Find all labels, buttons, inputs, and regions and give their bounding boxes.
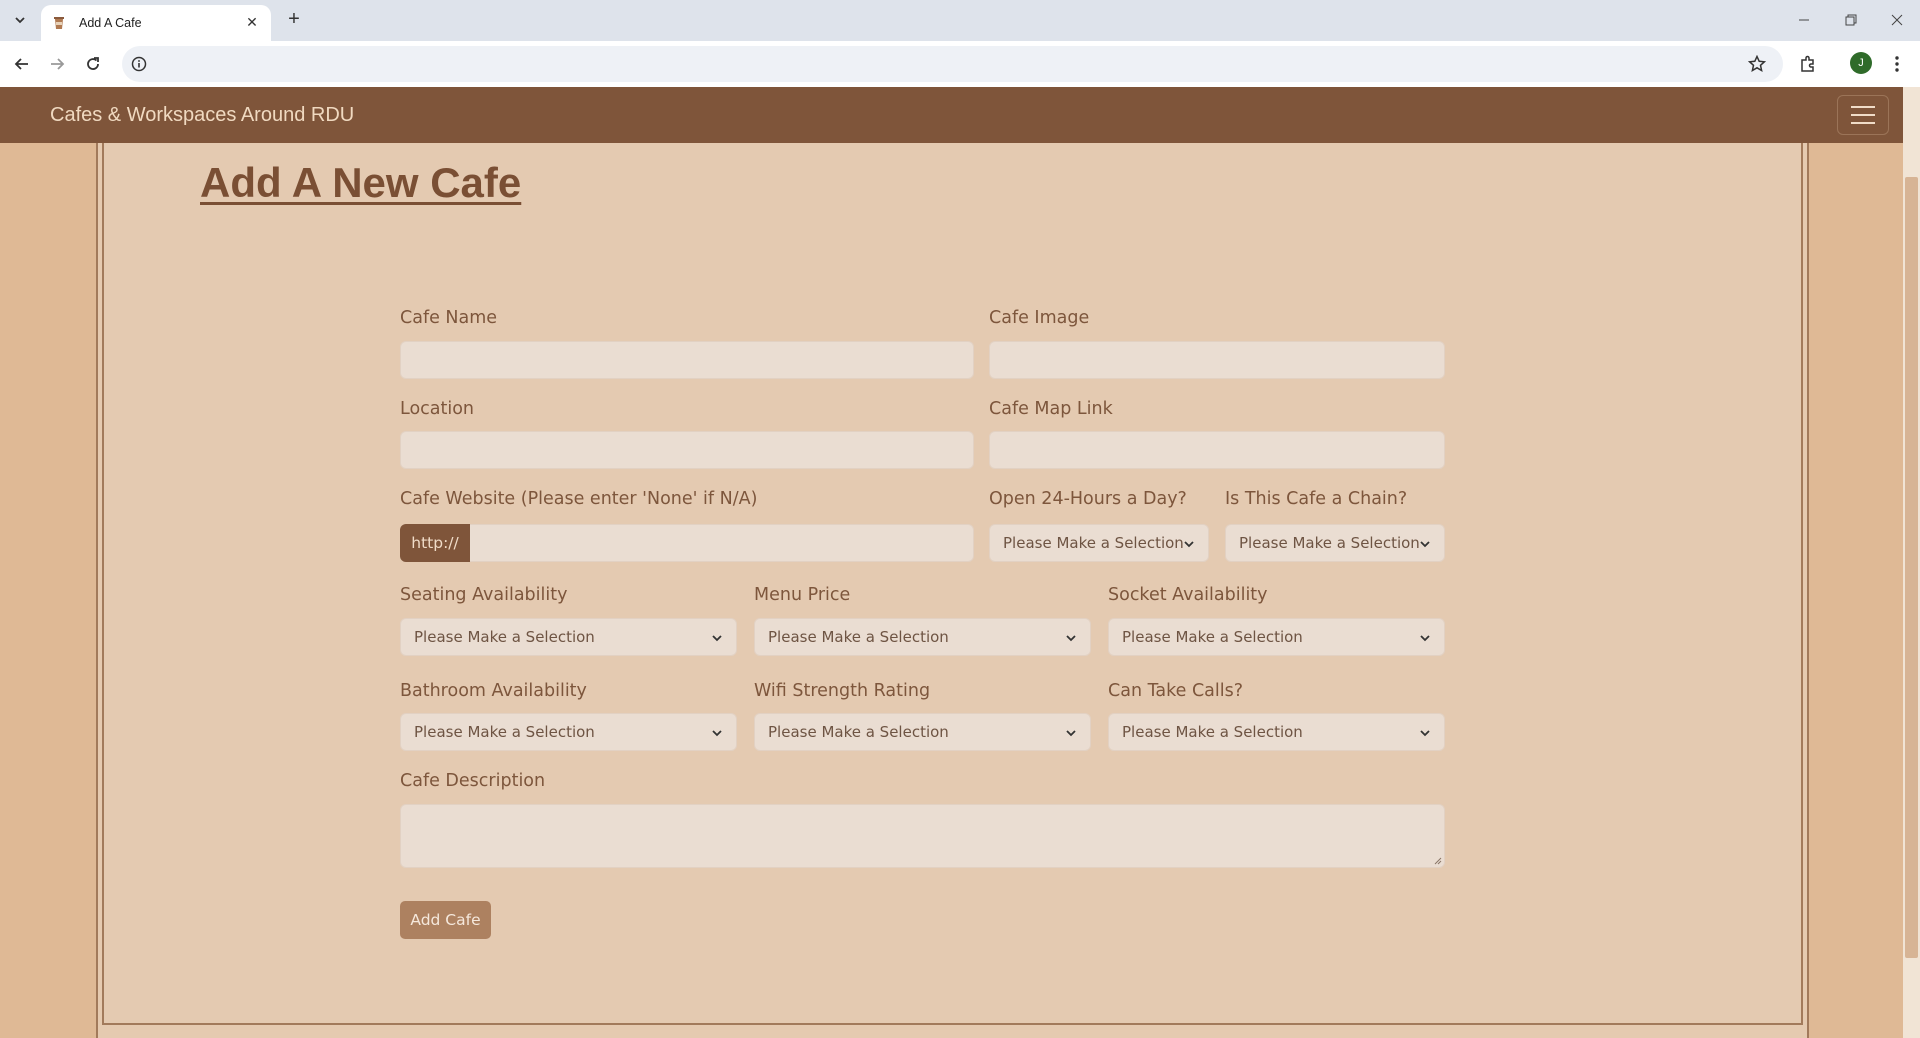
add-cafe-button[interactable]: Add Cafe [400, 901, 491, 939]
page-viewport: Cafes & Workspaces Around RDU Add A New … [0, 87, 1920, 1038]
form-container [102, 143, 1803, 1025]
cafe-image-input[interactable] [989, 341, 1445, 379]
chevron-down-icon [15, 17, 25, 24]
description-textarea[interactable] [400, 804, 1445, 868]
hamburger-menu-icon[interactable] [1837, 95, 1889, 135]
wifi-select[interactable]: Please Make a Selection [754, 713, 1091, 751]
website-prefix: http:// [400, 524, 470, 562]
chevron-down-icon [712, 730, 722, 737]
new-tab-button[interactable]: + [282, 8, 306, 32]
menu-price-label: Menu Price [754, 585, 851, 605]
seating-select-value: Please Make a Selection [414, 628, 595, 646]
map-link-input[interactable] [989, 431, 1445, 469]
open24-select[interactable]: Please Make a Selection [989, 524, 1209, 562]
reload-icon[interactable] [80, 51, 106, 77]
website-label: Cafe Website (Please enter 'None' if N/A… [400, 489, 758, 509]
scrollbar-thumb[interactable] [1905, 177, 1918, 958]
menu-price-select[interactable]: Please Make a Selection [754, 618, 1091, 656]
chevron-down-icon [1420, 635, 1430, 642]
chain-label: Is This Cafe a Chain? [1225, 489, 1408, 509]
calls-label: Can Take Calls? [1108, 681, 1244, 701]
bathroom-select-value: Please Make a Selection [414, 723, 595, 741]
profile-avatar[interactable]: J [1850, 52, 1872, 74]
resize-handle-icon[interactable] [1432, 855, 1442, 865]
browser-tab-bar: Add A Cafe ✕ + [0, 0, 1920, 41]
description-label: Cafe Description [400, 771, 546, 791]
cafe-name-input[interactable] [400, 341, 974, 379]
back-icon[interactable] [9, 51, 35, 77]
site-navbar: Cafes & Workspaces Around RDU [0, 87, 1903, 143]
more-menu-icon[interactable] [1884, 51, 1910, 77]
cafe-image-label: Cafe Image [989, 308, 1090, 328]
close-window-icon[interactable] [1882, 8, 1912, 32]
close-tab-icon[interactable]: ✕ [243, 15, 261, 31]
calls-select-value: Please Make a Selection [1122, 723, 1303, 741]
tab-search-button[interactable] [8, 8, 32, 32]
chevron-down-icon [1420, 730, 1430, 737]
coffee-cup-icon [54, 17, 64, 29]
website-input[interactable] [400, 524, 974, 562]
socket-select-value: Please Make a Selection [1122, 628, 1303, 646]
open24-select-value: Please Make a Selection [1003, 534, 1184, 552]
chevron-down-icon [1184, 541, 1194, 548]
chevron-down-icon [1066, 730, 1076, 737]
bathroom-label: Bathroom Availability [400, 681, 587, 701]
socket-label: Socket Availability [1108, 585, 1268, 605]
location-label: Location [400, 399, 475, 419]
chain-select[interactable]: Please Make a Selection [1225, 524, 1445, 562]
map-link-label: Cafe Map Link [989, 399, 1113, 419]
open24-label: Open 24-Hours a Day? [989, 489, 1187, 509]
page-title: Add A New Cafe [200, 159, 522, 206]
active-tab[interactable]: Add A Cafe ✕ [41, 5, 271, 41]
chevron-down-icon [1066, 635, 1076, 642]
wifi-label: Wifi Strength Rating [754, 681, 931, 701]
chevron-down-icon [1420, 541, 1430, 548]
seating-select[interactable]: Please Make a Selection [400, 618, 737, 656]
tab-title: Add A Cafe [79, 16, 142, 30]
site-brand[interactable]: Cafes & Workspaces Around RDU [50, 104, 354, 127]
cafe-name-label: Cafe Name [400, 308, 498, 328]
forward-icon[interactable] [44, 51, 70, 77]
socket-select[interactable]: Please Make a Selection [1108, 618, 1445, 656]
bathroom-select[interactable]: Please Make a Selection [400, 713, 737, 751]
bookmark-star-icon[interactable] [1744, 51, 1770, 77]
seating-label: Seating Availability [400, 585, 568, 605]
menu-price-select-value: Please Make a Selection [768, 628, 949, 646]
location-input[interactable] [400, 431, 974, 469]
extensions-icon[interactable] [1795, 51, 1821, 77]
restore-icon[interactable] [1836, 8, 1866, 32]
calls-select[interactable]: Please Make a Selection [1108, 713, 1445, 751]
chevron-down-icon [712, 635, 722, 642]
wifi-select-value: Please Make a Selection [768, 723, 949, 741]
site-info-icon[interactable] [130, 55, 148, 73]
address-bar[interactable] [122, 46, 1783, 82]
browser-toolbar [0, 41, 1920, 87]
chain-select-value: Please Make a Selection [1239, 534, 1420, 552]
minimize-icon[interactable] [1789, 8, 1819, 32]
